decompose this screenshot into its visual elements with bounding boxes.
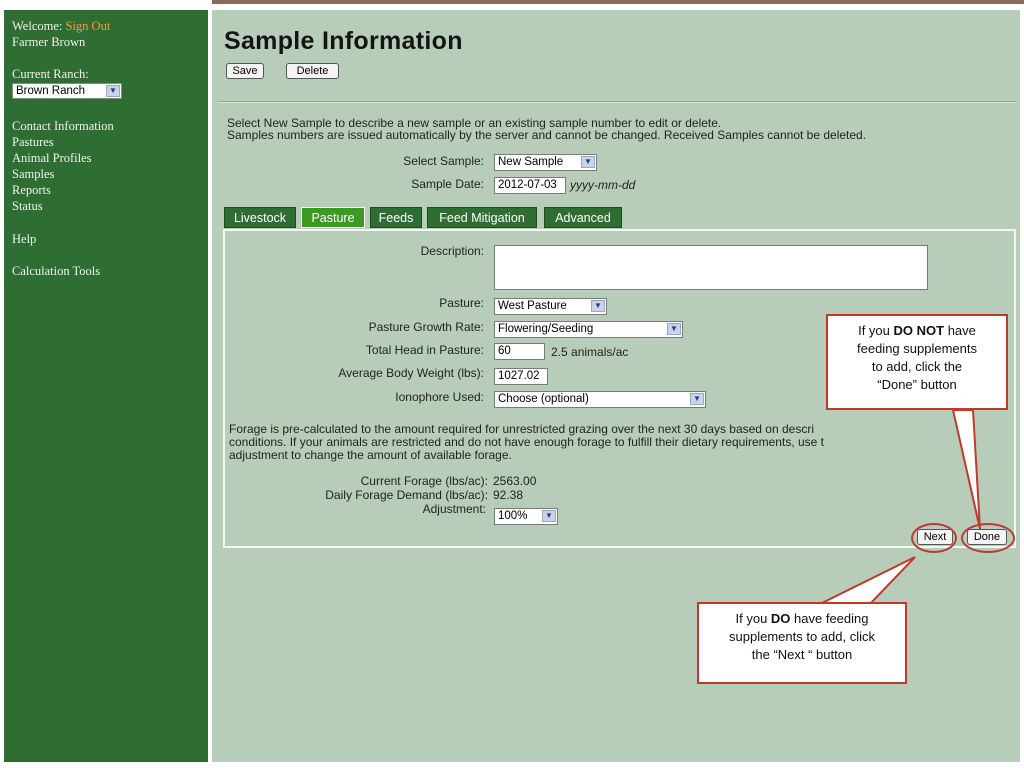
next-callout: If you DO have feeding supplements to ad… xyxy=(697,602,907,684)
next-callout-line-1: If you DO have feeding xyxy=(735,611,869,626)
done-callout: If you DO NOT have feeding supplements t… xyxy=(826,314,1008,410)
done-callout-line-3: to add, click the xyxy=(871,359,963,374)
done-callout-line-2: feeding supplements xyxy=(857,341,977,356)
next-callout-line-2: supplements to add, click xyxy=(729,629,875,644)
done-callout-pointer xyxy=(951,409,981,530)
done-callout-line-4: “Done” button xyxy=(877,377,957,392)
done-callout-line-1: If you DO NOT have xyxy=(858,323,976,338)
next-callout-pointer xyxy=(819,556,916,605)
done-highlight-ring xyxy=(961,523,1015,553)
next-callout-line-3: the “Next “ button xyxy=(751,647,853,662)
bottom-border xyxy=(0,764,1024,768)
screen: Welcome: Sign Out Farmer Brown Current R… xyxy=(0,0,1024,768)
next-highlight-ring xyxy=(911,523,957,553)
